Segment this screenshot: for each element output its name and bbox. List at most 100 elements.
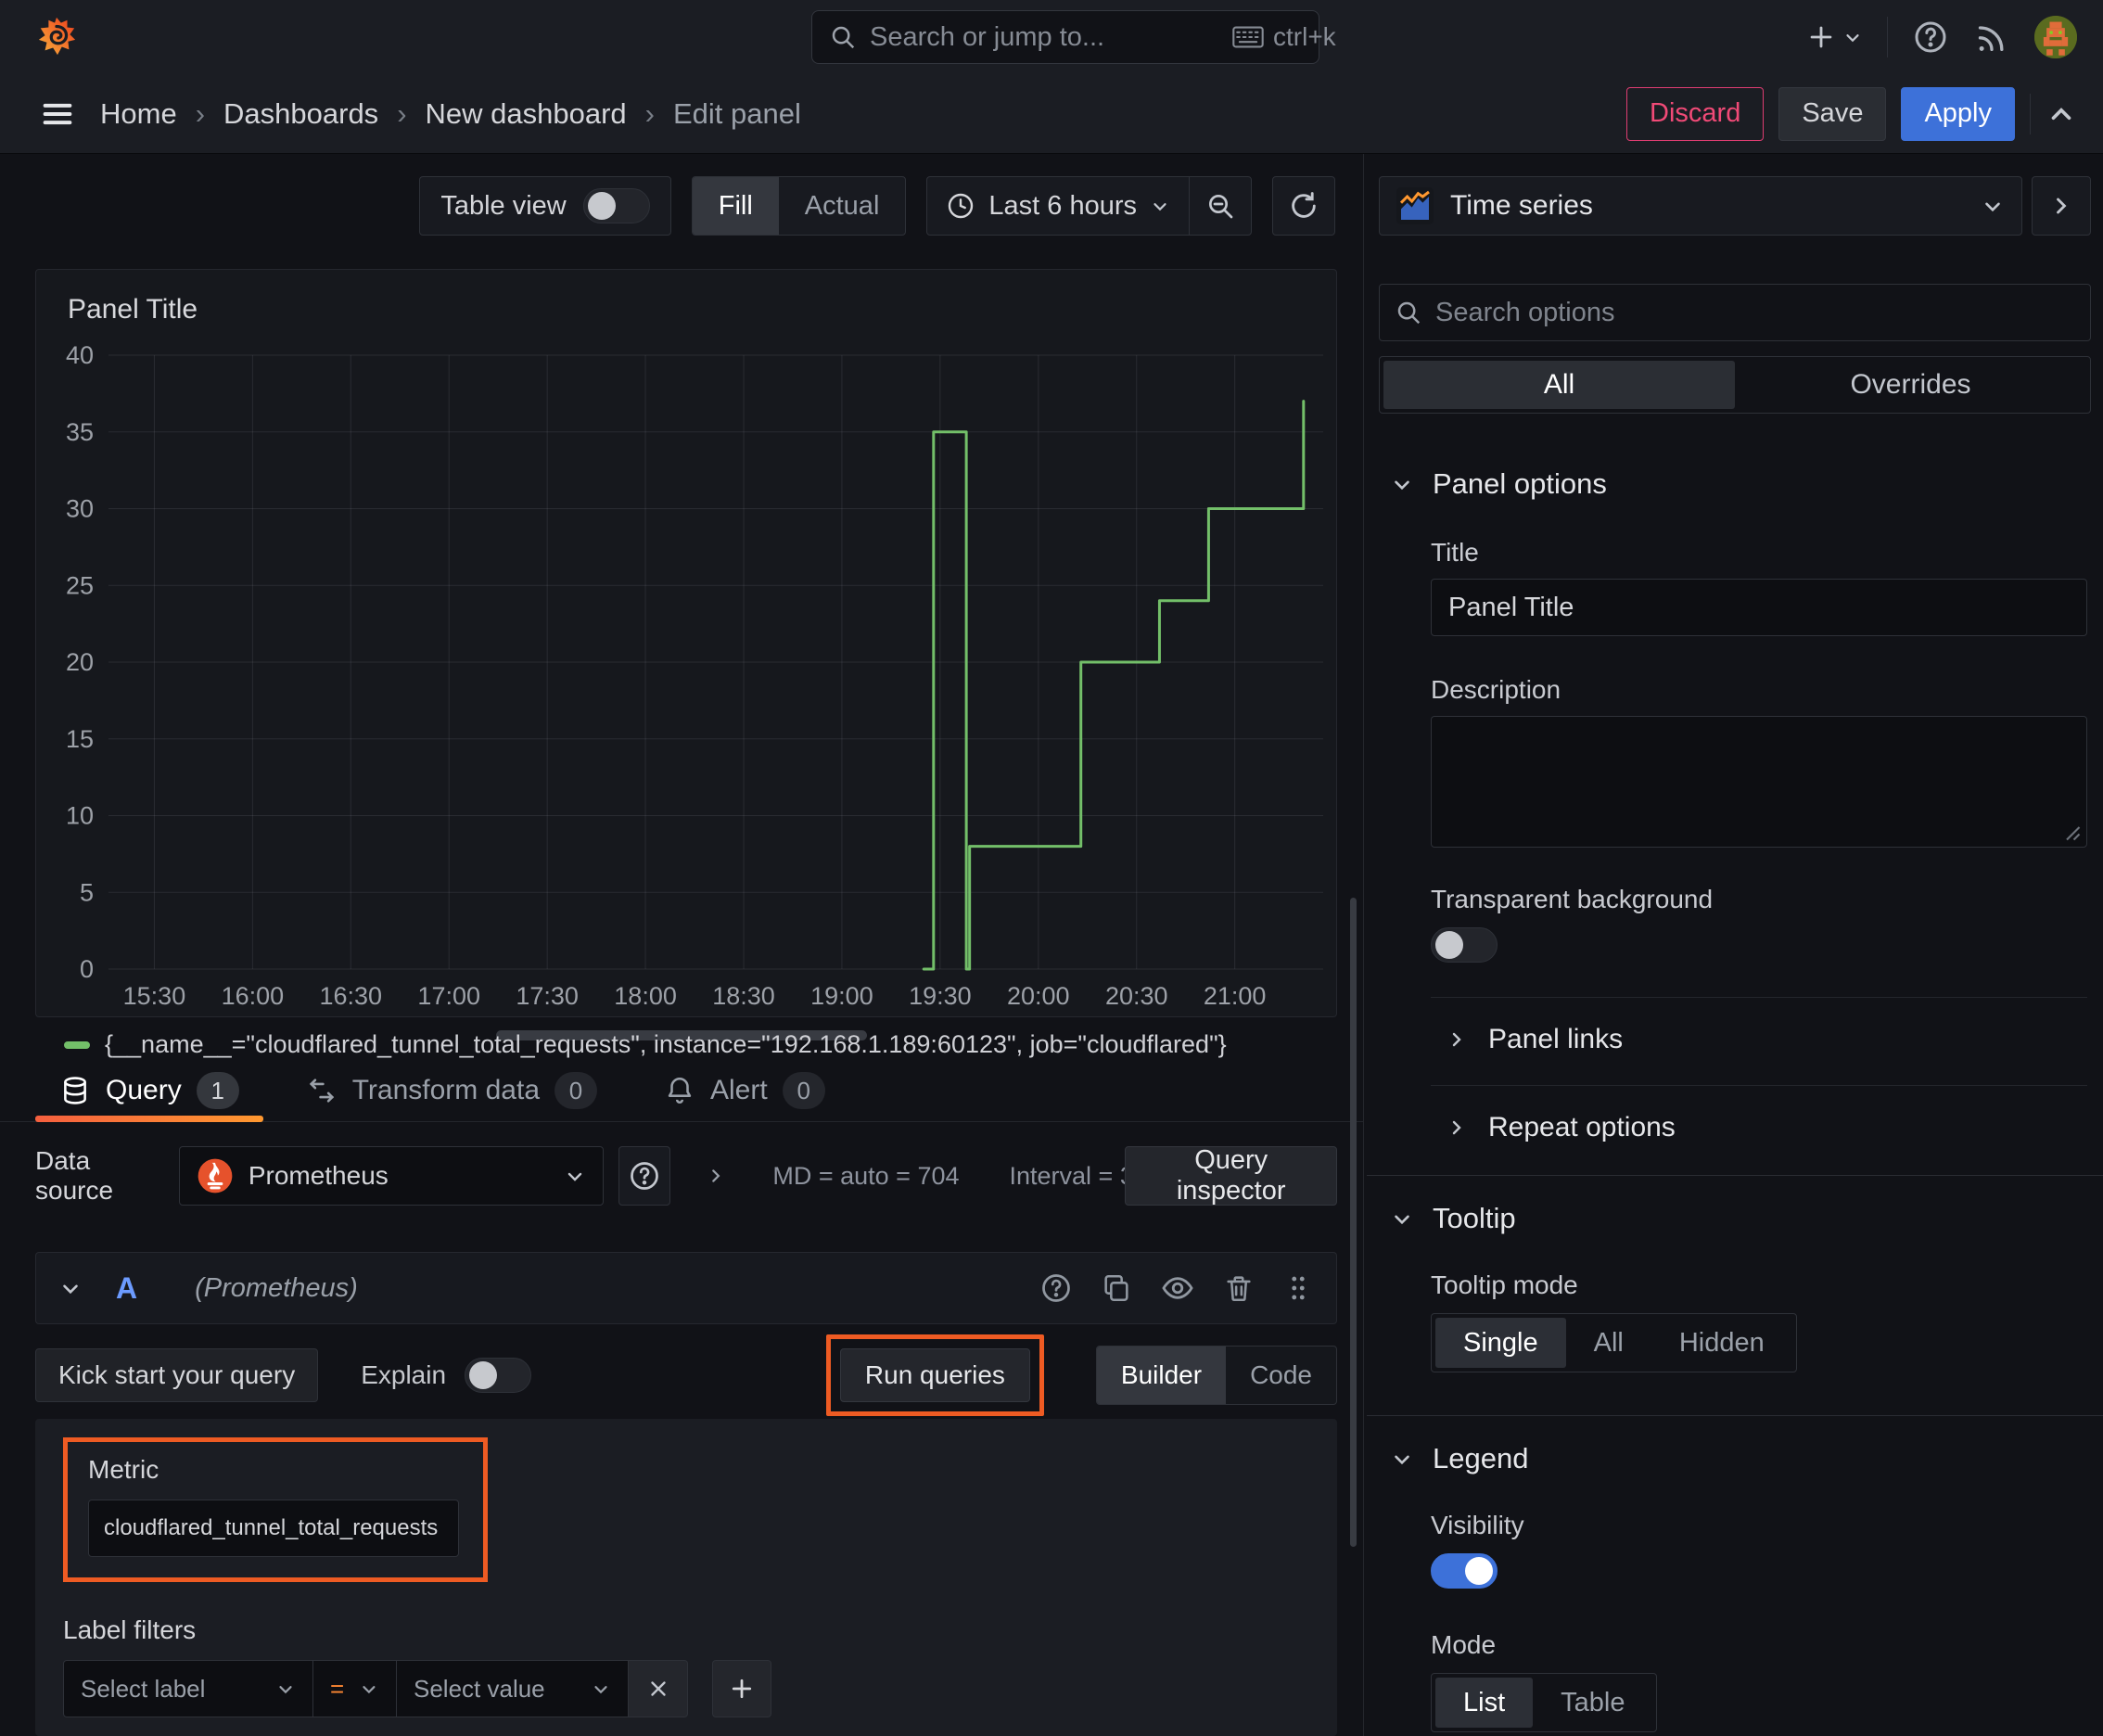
delete-query-trash-icon[interactable] — [1223, 1272, 1255, 1304]
tooltip-section-header[interactable]: Tooltip — [1379, 1202, 2091, 1235]
drag-grip-icon[interactable] — [1282, 1272, 1314, 1304]
run-queries-button[interactable]: Run queries — [839, 1348, 1030, 1402]
fill-option[interactable]: Fill — [692, 177, 779, 235]
svg-text:18:30: 18:30 — [712, 982, 775, 1010]
panel-links-section-header[interactable]: Panel links — [1431, 1024, 2087, 1055]
refresh-button[interactable] — [1272, 176, 1335, 236]
news-button[interactable] — [1973, 19, 2010, 56]
tooltip-mode-all[interactable]: All — [1566, 1318, 1651, 1368]
select-value-dropdown[interactable]: Select value — [397, 1660, 629, 1717]
help-button[interactable] — [1912, 19, 1949, 56]
svg-text:30: 30 — [66, 495, 94, 523]
svg-text:19:30: 19:30 — [909, 982, 972, 1010]
options-search-input[interactable] — [1435, 297, 2075, 328]
new-menu-button[interactable] — [1805, 21, 1863, 53]
chevron-down-icon — [1153, 203, 1166, 211]
legend-mode-list[interactable]: List — [1435, 1678, 1534, 1728]
tooltip-mode-hidden[interactable]: Hidden — [1651, 1318, 1792, 1368]
description-textarea[interactable] — [1431, 716, 2087, 848]
time-series-chart[interactable]: 0 5 10 15 20 25 30 35 40 15:30 16:00 16:30 17:00 17:3… — [55, 342, 1334, 1015]
code-option[interactable]: Code — [1226, 1347, 1336, 1404]
avatar[interactable] — [2034, 16, 2077, 58]
explain-label: Explain — [361, 1360, 447, 1389]
legend-mode-label: Mode — [1431, 1630, 1497, 1659]
breadcrumb-dashboards[interactable]: Dashboards — [223, 97, 378, 131]
datasource-picker[interactable]: Prometheus — [178, 1146, 604, 1206]
explain-toggle[interactable] — [465, 1358, 532, 1393]
apply-button[interactable]: Apply — [1901, 86, 2015, 141]
viz-suggestions-button[interactable] — [2032, 176, 2091, 236]
svg-text:16:00: 16:00 — [222, 982, 285, 1010]
time-picker: Last 6 hours — [926, 176, 1252, 236]
builder-option[interactable]: Builder — [1096, 1347, 1227, 1404]
panel-options-section-header[interactable]: Panel options — [1379, 467, 2091, 501]
svg-text:35: 35 — [66, 418, 94, 446]
repeat-options-heading: Repeat options — [1488, 1112, 1676, 1142]
chevron-down-icon — [1985, 202, 2000, 212]
search-input[interactable] — [870, 21, 1219, 53]
query-inspector-button[interactable]: Query inspector — [1125, 1145, 1338, 1206]
table-view-toggle[interactable] — [582, 188, 650, 223]
tab-query[interactable]: Query 1 — [35, 1061, 263, 1123]
svg-text:25: 25 — [66, 571, 94, 599]
zoom-out-time-button[interactable] — [1190, 177, 1251, 235]
tab-all[interactable]: All — [1383, 361, 1735, 409]
global-search[interactable]: ctrl+k — [811, 10, 1336, 64]
query-row-header[interactable]: A (Prometheus) — [35, 1252, 1337, 1324]
chevron-right-icon — [1452, 1120, 1461, 1135]
add-filter-button[interactable] — [712, 1660, 771, 1717]
hide-response-eye-icon[interactable] — [1160, 1270, 1195, 1306]
legend-visibility-toggle[interactable] — [1431, 1553, 1498, 1589]
datasource-value: Prometheus — [248, 1161, 389, 1190]
metric-select[interactable]: cloudflared_tunnel_total_requests — [88, 1500, 459, 1557]
search-icon — [829, 23, 857, 51]
svg-text:15: 15 — [66, 725, 94, 753]
panel-links-heading: Panel links — [1488, 1024, 1624, 1054]
chevron-down-icon[interactable] — [58, 1276, 83, 1300]
resize-handle-icon[interactable] — [2064, 824, 2081, 841]
tooltip-mode-single[interactable]: Single — [1435, 1318, 1566, 1368]
time-series-viz-icon — [1396, 187, 1434, 224]
operator-dropdown[interactable]: = — [313, 1660, 397, 1717]
topbar-divider — [1887, 17, 1888, 57]
repeat-options-section-header[interactable]: Repeat options — [1431, 1112, 2087, 1143]
discard-button[interactable]: Discard — [1626, 86, 1765, 141]
svg-text:21:00: 21:00 — [1204, 982, 1267, 1010]
panel-options-pane: Time series All Overrides Panel options … — [1364, 154, 2103, 1736]
chevron-right-icon: › — [397, 96, 407, 130]
breadcrumb-home[interactable]: Home — [100, 97, 177, 131]
metric-annotation: Metric cloudflared_tunnel_total_requests — [63, 1437, 488, 1582]
legend-section-header[interactable]: Legend — [1379, 1442, 2091, 1475]
legend-series-label[interactable]: {__name__="cloudflared_tunnel_total_requ… — [105, 1030, 1227, 1059]
select-label-dropdown[interactable]: Select label — [63, 1660, 313, 1717]
kick-start-query-button[interactable]: Kick start your query — [35, 1348, 319, 1402]
breadcrumb-new-dashboard[interactable]: New dashboard — [426, 97, 627, 131]
hamburger-icon — [43, 103, 72, 124]
panel-title-input[interactable] — [1431, 579, 2087, 636]
visualization-picker[interactable]: Time series — [1379, 176, 2022, 236]
save-button[interactable]: Save — [1778, 86, 1887, 141]
datasource-help-button[interactable] — [618, 1146, 671, 1206]
chevron-down-icon — [1395, 1215, 1409, 1225]
grafana-logo[interactable] — [26, 16, 78, 58]
legend-mode-table[interactable]: Table — [1533, 1678, 1652, 1728]
left-pane-scrollbar[interactable] — [1350, 898, 1357, 1547]
tab-alert[interactable]: Alert 0 — [640, 1061, 849, 1121]
breadcrumb: Home › Dashboards › New dashboard › Edit… — [100, 97, 801, 131]
legend-visibility-label: Visibility — [1431, 1511, 1524, 1539]
remove-filter-button[interactable] — [629, 1660, 688, 1717]
transparent-background-toggle[interactable] — [1431, 927, 1498, 963]
tab-overrides[interactable]: Overrides — [1735, 361, 2086, 409]
duplicate-query-icon[interactable] — [1101, 1272, 1132, 1304]
mega-menu-button[interactable] — [39, 96, 76, 133]
chevron-right-icon: › — [644, 96, 655, 130]
tab-transform-data[interactable]: Transform data 0 — [282, 1061, 621, 1121]
options-search[interactable] — [1379, 284, 2091, 341]
query-help-icon[interactable] — [1039, 1271, 1073, 1305]
svg-text:5: 5 — [80, 878, 94, 906]
expand-stats-chevron-icon[interactable] — [706, 1164, 726, 1188]
actual-option[interactable]: Actual — [779, 177, 906, 235]
time-range-button[interactable]: Last 6 hours — [927, 191, 1189, 222]
collapse-header-button[interactable] — [2046, 98, 2077, 130]
chevron-down-icon — [1395, 1455, 1409, 1465]
